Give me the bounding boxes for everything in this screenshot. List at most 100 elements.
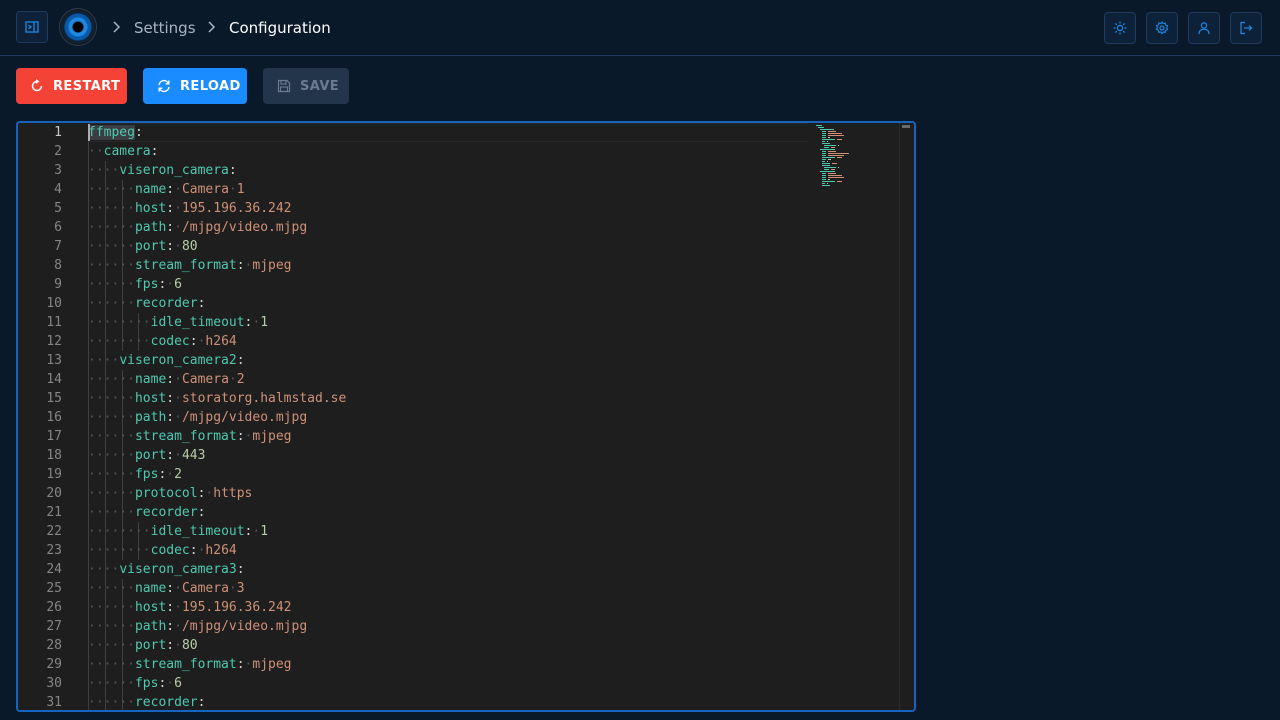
minimap-line bbox=[828, 155, 844, 156]
indent-whitespace: ·· bbox=[103, 315, 120, 330]
code-line: ······port:·80 bbox=[88, 237, 198, 256]
code-line: ········codec:·h264 bbox=[88, 332, 237, 351]
indent-whitespace: ·· bbox=[103, 467, 120, 482]
minimap-line bbox=[822, 153, 826, 154]
yaml-key: port bbox=[134, 638, 167, 653]
yaml-colon: : bbox=[166, 391, 175, 406]
yaml-value: 1 bbox=[260, 524, 269, 539]
minimap[interactable] bbox=[814, 123, 900, 710]
sidebar-toggle-button[interactable] bbox=[16, 11, 48, 43]
breadcrumb-settings[interactable]: Settings bbox=[134, 18, 196, 38]
line-number: 20 bbox=[46, 486, 62, 501]
settings-button[interactable] bbox=[1146, 12, 1178, 44]
indent-whitespace: ·· bbox=[103, 676, 120, 691]
logout-icon bbox=[1240, 21, 1253, 35]
code-line: ········codec:·h264 bbox=[88, 541, 237, 560]
line-number: 7 bbox=[54, 239, 62, 254]
minimap-line bbox=[828, 151, 836, 152]
yaml-value: mjpeg bbox=[252, 258, 292, 273]
config-editor[interactable]: 1 2 3 4 5 6 7 8 9 10 11 12 13 14 15 16 17 18 19 20 21 22 23 24 2… bbox=[16, 121, 916, 712]
minimap-line bbox=[827, 161, 828, 162]
minimap-line bbox=[820, 149, 835, 150]
line-number: 1 bbox=[54, 125, 62, 140]
line-number: 19 bbox=[46, 467, 62, 482]
yaml-value: 6 bbox=[174, 277, 182, 292]
code-line: ······fps:·6 bbox=[88, 275, 182, 294]
code-line: ······host:·195.196.36.242 bbox=[88, 598, 292, 617]
space-whitespace: · bbox=[174, 372, 182, 387]
line-number: 8 bbox=[54, 258, 62, 273]
minimap-line bbox=[822, 141, 825, 142]
indent-whitespace: ·· bbox=[119, 695, 135, 710]
indent-whitespace: ·· bbox=[119, 486, 135, 501]
logout-button[interactable] bbox=[1230, 12, 1262, 44]
yaml-key: port bbox=[134, 239, 167, 254]
line-number: 28 bbox=[46, 638, 62, 653]
yaml-value: mjpeg bbox=[252, 429, 292, 444]
indent-whitespace: ·· bbox=[88, 524, 104, 539]
code-line: ····viseron_camera3: bbox=[88, 560, 245, 579]
indent-whitespace: ·· bbox=[103, 201, 120, 216]
minimap-line bbox=[820, 171, 835, 172]
yaml-key: idle_timeout bbox=[150, 315, 245, 330]
yaml-value: /mjpg/video.mjpg bbox=[181, 619, 308, 634]
space-whitespace: · bbox=[174, 220, 182, 235]
indent-whitespace: ·· bbox=[88, 334, 104, 349]
indent-whitespace: ·· bbox=[88, 239, 104, 254]
line-number: 16 bbox=[46, 410, 62, 425]
indent-whitespace: ·· bbox=[88, 258, 104, 273]
yaml-colon: : bbox=[189, 543, 198, 558]
indent-whitespace: ·· bbox=[88, 467, 104, 482]
theme-toggle-button[interactable] bbox=[1104, 12, 1136, 44]
minimap-line bbox=[838, 167, 839, 168]
space-whitespace: · bbox=[174, 391, 182, 406]
line-number: 30 bbox=[46, 676, 62, 691]
line-number: 3 bbox=[54, 163, 62, 178]
app-header: Settings Configuration bbox=[0, 0, 1280, 56]
reload-button[interactable]: RELOAD bbox=[143, 68, 247, 104]
yaml-value: 1 bbox=[260, 315, 269, 330]
minimap-line bbox=[822, 163, 830, 164]
code-line: ········idle_timeout:·1 bbox=[88, 313, 268, 332]
minimap-line bbox=[822, 159, 826, 160]
minimap-line bbox=[822, 181, 835, 182]
space-whitespace: · bbox=[174, 448, 182, 463]
minimap-line bbox=[816, 125, 822, 126]
user-button[interactable] bbox=[1188, 12, 1220, 44]
code-line: ······path:·/mjpg/video.mjpg bbox=[88, 218, 307, 237]
space-whitespace: · bbox=[174, 619, 182, 634]
indent-whitespace: ·· bbox=[88, 353, 104, 368]
line-number: 21 bbox=[46, 505, 62, 520]
code-line: ······port:·443 bbox=[88, 446, 205, 465]
indent-whitespace: ·· bbox=[134, 315, 151, 330]
yaml-key: name bbox=[134, 372, 167, 387]
minimap-line bbox=[822, 173, 826, 174]
minimap-line bbox=[828, 173, 836, 174]
code-line: ······stream_format:·mjpeg bbox=[88, 256, 292, 275]
minimap-line bbox=[837, 181, 842, 182]
minimap-line bbox=[837, 139, 842, 140]
indent-whitespace: ·· bbox=[103, 562, 120, 577]
scrollbar-thumb[interactable] bbox=[902, 125, 910, 128]
viseron-logo[interactable] bbox=[60, 9, 96, 45]
minimap-line bbox=[822, 183, 825, 184]
line-number: 10 bbox=[46, 296, 62, 311]
yaml-colon: : bbox=[197, 505, 206, 520]
yaml-value: Camera·1 bbox=[181, 182, 245, 197]
line-number: 22 bbox=[46, 524, 62, 539]
restart-button[interactable]: RESTART bbox=[16, 68, 127, 104]
yaml-colon: : bbox=[166, 638, 175, 653]
space-whitespace: · bbox=[228, 182, 237, 197]
yaml-key: path bbox=[134, 220, 167, 235]
yaml-colon: : bbox=[166, 581, 175, 596]
indent-whitespace: ·· bbox=[103, 429, 120, 444]
code-area[interactable]: ffmpeg: ··camera: ····viseron_camera: ·····… bbox=[88, 123, 900, 710]
save-button[interactable]: SAVE bbox=[263, 68, 349, 104]
indent-whitespace: ·· bbox=[119, 372, 135, 387]
minimap-line bbox=[828, 131, 836, 132]
minimap-line bbox=[824, 145, 836, 146]
indent-whitespace: ·· bbox=[119, 201, 135, 216]
vertical-scrollbar[interactable] bbox=[899, 123, 914, 710]
code-line: ······name:·Camera·2 bbox=[88, 370, 245, 389]
yaml-value: /mjpg/video.mjpg bbox=[181, 410, 308, 425]
